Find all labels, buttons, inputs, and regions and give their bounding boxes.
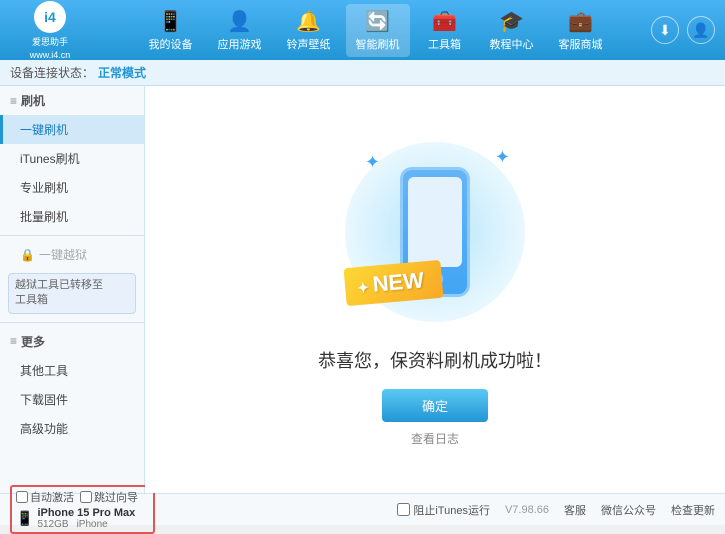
sidebar: ≡ 刷机 一键刷机 iTunes刷机 专业刷机 批量刷机 🔒 一键越狱 越狱工具…: [0, 86, 145, 493]
auto-activate-checkbox-item[interactable]: 自动激活: [16, 489, 74, 505]
header-right: ⬇ 👤: [651, 16, 715, 44]
nav-service-label: 客服商城: [559, 36, 603, 52]
nav-tutorials-label: 教程中心: [490, 36, 534, 52]
sidebar-item-jailbreak-disabled: 🔒 一键越狱: [0, 240, 144, 269]
more-section-title: ≡ 更多: [0, 327, 144, 356]
sparkle-top-right: ✦: [495, 147, 510, 168]
jailbreak-notice: 越狱工具已转移至工具箱: [8, 273, 136, 314]
device-sub-info: 512GB iPhone: [37, 519, 135, 530]
bottom-checkboxes: 自动激活 跳过向导: [16, 489, 149, 505]
download-icon[interactable]: ⬇: [651, 16, 679, 44]
device-phone-icon: 📱: [16, 510, 33, 527]
sidebar-item-advanced[interactable]: 高级功能: [0, 414, 144, 443]
my-device-icon: 📱: [158, 9, 183, 34]
device-storage: 512GB: [37, 519, 68, 530]
feedback-link[interactable]: 客服: [564, 502, 586, 518]
nav-toolbox-label: 工具箱: [428, 36, 461, 52]
device-name: iPhone 15 Pro Max: [37, 507, 135, 519]
guide-export-label: 跳过向导: [94, 489, 138, 505]
confirm-button[interactable]: 确定: [382, 389, 488, 422]
ringtones-icon: 🔔: [296, 9, 321, 34]
apps-games-icon: 👤: [227, 9, 252, 34]
nav-apps-games-label: 应用游戏: [218, 36, 262, 52]
nav-smart-flash[interactable]: 🔄 智能刷机: [346, 4, 410, 57]
more-section-icon: ≡: [10, 334, 17, 348]
nav-toolbox[interactable]: 🧰 工具箱: [415, 4, 475, 57]
version-label: V7.98.66: [505, 504, 549, 516]
stop-itunes-item[interactable]: 阻止iTunes运行: [397, 502, 490, 518]
main-nav: 📱 我的设备 👤 应用游戏 🔔 铃声壁纸 🔄 智能刷机 🧰 工具箱 🎓 教程中心…: [100, 4, 651, 57]
wechat-link[interactable]: 微信公众号: [601, 502, 656, 518]
nav-ringtones-label: 铃声壁纸: [287, 36, 331, 52]
nav-ringtones[interactable]: 🔔 铃声壁纸: [277, 4, 341, 57]
success-message: 恭喜您，保资料刷机成功啦！: [318, 347, 552, 373]
flash-section-icon: ≡: [10, 94, 17, 108]
main-layout: ≡ 刷机 一键刷机 iTunes刷机 专业刷机 批量刷机 🔒 一键越狱 越狱工具…: [0, 86, 725, 493]
smart-flash-icon: 🔄: [365, 9, 390, 34]
guide-export-checkbox-item[interactable]: 跳过向导: [80, 489, 138, 505]
sidebar-item-pro-flash[interactable]: 专业刷机: [0, 173, 144, 202]
nav-service[interactable]: 💼 客服商城: [549, 4, 613, 57]
sidebar-item-one-click-flash[interactable]: 一键刷机: [0, 115, 144, 144]
sidebar-item-itunes-flash[interactable]: iTunes刷机: [0, 144, 144, 173]
phone-illustration: ✦ ✦ ✦ NEW: [335, 132, 535, 332]
auto-activate-checkbox[interactable]: [16, 491, 28, 503]
connection-prefix: 设备连接状态：: [10, 64, 94, 81]
sub-header: 设备连接状态： 正常模式: [0, 60, 725, 86]
logo-subtitle: www.i4.cn: [30, 50, 71, 60]
nav-tutorials[interactable]: 🎓 教程中心: [480, 4, 544, 57]
stop-itunes-checkbox[interactable]: [397, 503, 410, 516]
bottom-right-panel: 阻止iTunes运行 V7.98.66 客服 微信公众号 检查更新: [155, 502, 715, 518]
user-account-icon[interactable]: 👤: [687, 16, 715, 44]
sidebar-item-other-tools[interactable]: 其他工具: [0, 356, 144, 385]
header: i4 爱思助手 www.i4.cn 📱 我的设备 👤 应用游戏 🔔 铃声壁纸 🔄…: [0, 0, 725, 60]
nav-apps-games[interactable]: 👤 应用游戏: [208, 4, 272, 57]
stop-itunes-label: 阻止iTunes运行: [413, 502, 490, 518]
logo-icon: i4: [34, 1, 66, 33]
phone-screen: [408, 177, 462, 267]
check-update-link[interactable]: 检查更新: [671, 502, 715, 518]
service-icon: 💼: [568, 9, 593, 34]
sidebar-divider-2: [0, 322, 144, 323]
log-link[interactable]: 查看日志: [411, 430, 459, 447]
bottom-bar: 自动激活 跳过向导 📱 iPhone 15 Pro Max 512GB iPho…: [0, 493, 725, 525]
nav-smart-flash-label: 智能刷机: [356, 36, 400, 52]
main-content: ✦ ✦ ✦ NEW 恭喜您，保资料刷机成功啦！ 确定 查看日志: [145, 86, 725, 493]
logo-text: 爱思助手: [32, 35, 68, 48]
sidebar-item-batch-flash[interactable]: 批量刷机: [0, 202, 144, 231]
flash-section-title: ≡ 刷机: [0, 86, 144, 115]
sparkle-top-left: ✦: [365, 152, 380, 173]
lock-icon: 🔒: [20, 248, 35, 262]
nav-my-device[interactable]: 📱 我的设备: [139, 4, 203, 57]
logo: i4 爱思助手 www.i4.cn: [10, 1, 90, 60]
tutorials-icon: 🎓: [499, 9, 524, 34]
sidebar-item-download-firmware[interactable]: 下载固件: [0, 385, 144, 414]
nav-my-device-label: 我的设备: [149, 36, 193, 52]
guide-export-checkbox[interactable]: [80, 491, 92, 503]
auto-activate-label: 自动激活: [30, 489, 74, 505]
sidebar-divider-1: [0, 235, 144, 236]
toolbox-icon: 🧰: [432, 9, 457, 34]
connection-mode: 正常模式: [98, 64, 146, 81]
device-type: iPhone: [77, 519, 108, 530]
